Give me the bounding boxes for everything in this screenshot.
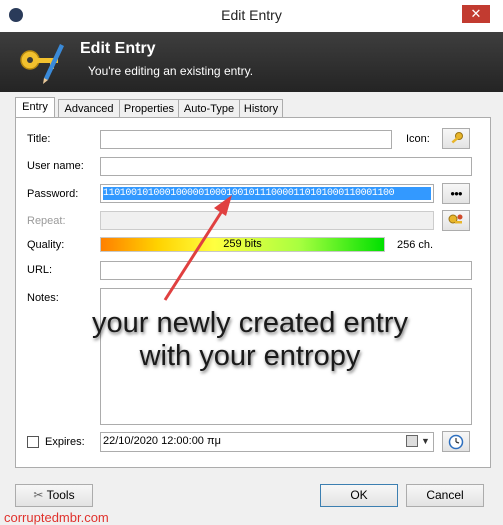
watermark: corruptedmbr.com (4, 510, 109, 525)
annotation-arrow (163, 195, 232, 301)
annotation-text: your newly created entry with your entro… (40, 307, 460, 373)
annotation-line-1: your newly created entry (92, 307, 408, 339)
annotation-line-2: with your entropy (139, 340, 361, 372)
